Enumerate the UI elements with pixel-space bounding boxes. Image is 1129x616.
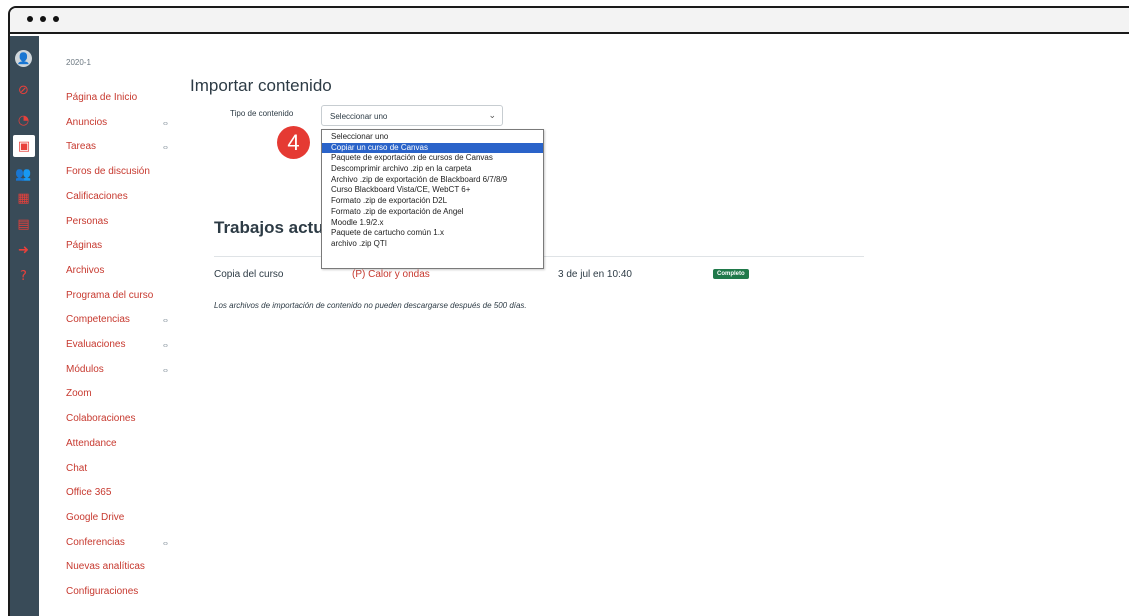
content-type-option[interactable]: Formato .zip de exportación de Angel bbox=[322, 207, 543, 218]
course-nav-item[interactable]: Calificaciones bbox=[66, 191, 176, 202]
course-nav-item-label: Nuevas analíticas bbox=[66, 561, 145, 573]
page-title: Importar contenido bbox=[190, 76, 332, 95]
account-icon[interactable]: ⊘ bbox=[15, 82, 32, 99]
content-type-option[interactable]: Descomprimir archivo .zip en la carpeta bbox=[322, 164, 543, 175]
course-nav-item[interactable]: Zoom bbox=[66, 388, 176, 399]
course-nav-item[interactable]: Páginas bbox=[66, 240, 176, 251]
course-nav-item-label: Anuncios bbox=[66, 116, 108, 128]
job-type: Copia del curso bbox=[214, 269, 284, 280]
course-nav-item-label: Módulos bbox=[66, 363, 104, 375]
course-nav-item[interactable]: Evaluaciones ⴰ bbox=[66, 339, 176, 350]
avatar-icon[interactable]: 👤 bbox=[15, 50, 32, 67]
course-nav-item-label: Configuraciones bbox=[66, 586, 139, 597]
content-type-option[interactable]: Curso Blackboard Vista/CE, WebCT 6+ bbox=[322, 185, 543, 196]
chevron-down-icon: ⌄ bbox=[488, 110, 496, 120]
inbox-icon[interactable]: ▤ bbox=[15, 216, 32, 233]
course-nav-item[interactable]: Competencias ⴰ bbox=[66, 314, 176, 325]
window-dot-maximize[interactable] bbox=[53, 16, 59, 22]
content-type-dropdown: Seleccionar uno Copiar un curso de Canvas… bbox=[321, 129, 544, 269]
course-term: 2020-1 bbox=[66, 58, 91, 67]
course-nav-item[interactable]: Attendance bbox=[66, 438, 176, 449]
course-nav-item[interactable]: Programa del curso bbox=[66, 290, 176, 301]
course-nav-item[interactable]: Módulos ⴰ bbox=[66, 364, 176, 375]
hidden-from-students-icon: ⴰ bbox=[162, 315, 168, 325]
window-controls bbox=[27, 16, 59, 22]
course-nav-item-label: Página de Inicio bbox=[66, 92, 138, 103]
course-nav-item[interactable]: Foros de discusión bbox=[66, 166, 176, 177]
course-nav-item-label: Páginas bbox=[66, 240, 103, 252]
content-type-option[interactable]: Copiar un curso de Canvas bbox=[322, 142, 543, 154]
course-nav-item[interactable]: Tareas ⴰ bbox=[66, 141, 176, 152]
hidden-from-students-icon: ⴰ bbox=[162, 537, 168, 547]
global-navigation: 👤 ⊘ ◔ ▣ 👥 ▦ ▤ ➜? bbox=[10, 36, 39, 616]
course-nav-item[interactable]: Google Drive bbox=[66, 512, 176, 523]
calendar-icon[interactable]: ▦ bbox=[15, 190, 32, 207]
content-type-option[interactable]: Paquete de cartucho común 1.x bbox=[322, 228, 543, 239]
content-type-option[interactable]: archivo .zip QTI bbox=[322, 239, 543, 250]
course-nav-item-label: Office 365 bbox=[66, 487, 112, 499]
current-jobs-title: Trabajos actu bbox=[214, 218, 324, 237]
course-nav-item-label: Conferencias bbox=[66, 536, 125, 548]
course-nav-item[interactable]: Personas bbox=[66, 216, 176, 227]
course-nav-item[interactable]: Colaboraciones bbox=[66, 413, 176, 424]
window-titlebar bbox=[10, 8, 1129, 34]
course-nav-item[interactable]: Conferencias ⴰ bbox=[66, 537, 176, 548]
content-type-option[interactable]: Moodle 1.9/2.x bbox=[322, 218, 543, 229]
course-nav-item-label: Attendance bbox=[66, 437, 117, 449]
content-type-select-value: Seleccionar uno bbox=[330, 112, 388, 121]
course-nav-item-label: Colaboraciones bbox=[66, 413, 136, 425]
content-type-select[interactable]: Seleccionar uno ⌄ bbox=[321, 105, 503, 126]
content-type-option[interactable]: Archivo .zip de exportación de Blackboar… bbox=[322, 175, 543, 186]
browser-window: 👤 ⊘ ◔ ▣ 👥 ▦ ▤ ➜? 2020-1 Página de Inicio Anuncio… bbox=[8, 6, 1129, 616]
course-nav-item-label: Personas bbox=[66, 215, 109, 227]
course-nav-item[interactable]: Office 365 bbox=[66, 487, 176, 498]
course-nav-item[interactable]: Nuevas analíticas bbox=[66, 561, 176, 572]
course-nav-item-label: Competencias bbox=[66, 314, 130, 326]
job-date: 3 de jul en 10:40 bbox=[558, 269, 632, 280]
course-nav-item-label: Calificaciones bbox=[66, 190, 128, 202]
course-nav-item-label: Zoom bbox=[66, 388, 92, 400]
course-nav-item-label: Archivos bbox=[66, 264, 105, 276]
step-number-badge: 4 bbox=[277, 126, 310, 159]
course-nav-item[interactable]: Archivos bbox=[66, 265, 176, 276]
window-dot-minimize[interactable] bbox=[40, 16, 46, 22]
hidden-from-students-icon: ⴰ bbox=[162, 142, 168, 152]
logout-icon[interactable]: ➜ bbox=[15, 242, 32, 259]
course-nav-item[interactable]: Configuraciones bbox=[66, 586, 176, 597]
hidden-from-students-icon: ⴰ bbox=[162, 117, 168, 127]
content-type-option[interactable]: Formato .zip de exportación D2L bbox=[322, 196, 543, 207]
course-nav-item[interactable]: Chat bbox=[66, 463, 176, 474]
course-nav-item-label: Chat bbox=[66, 462, 88, 474]
dashboard-icon[interactable]: ◔ bbox=[15, 112, 32, 129]
groups-icon[interactable]: 👥 bbox=[15, 166, 32, 183]
content-type-option[interactable]: Seleccionar uno bbox=[322, 132, 543, 143]
hidden-from-students-icon: ⴰ bbox=[162, 364, 168, 374]
help-icon[interactable]: ? bbox=[15, 268, 32, 285]
courses-icon[interactable]: ▣ bbox=[13, 135, 35, 157]
hidden-from-students-icon: ⴰ bbox=[162, 340, 168, 349]
course-nav-item[interactable]: Anuncios ⴰ bbox=[66, 117, 176, 128]
course-nav-item-label: Programa del curso bbox=[66, 289, 154, 301]
course-nav-item-label: Foros de discusión bbox=[66, 166, 150, 178]
job-source-link[interactable]: (P) Calor y ondas bbox=[352, 269, 430, 280]
course-nav-item[interactable]: Página de Inicio bbox=[66, 92, 176, 103]
window-dot-close[interactable] bbox=[27, 16, 33, 22]
content-type-option[interactable]: Paquete de exportación de cursos de Canv… bbox=[322, 153, 543, 164]
status-badge: Completo bbox=[713, 269, 749, 279]
import-note: Los archivos de importación de contenido… bbox=[214, 301, 527, 310]
course-nav-item-label: Tareas bbox=[66, 141, 97, 153]
course-nav-item-label: Evaluaciones bbox=[66, 339, 126, 350]
course-nav-item-label: Google Drive bbox=[66, 511, 125, 523]
content-type-label: Tipo de contenido bbox=[230, 109, 294, 118]
